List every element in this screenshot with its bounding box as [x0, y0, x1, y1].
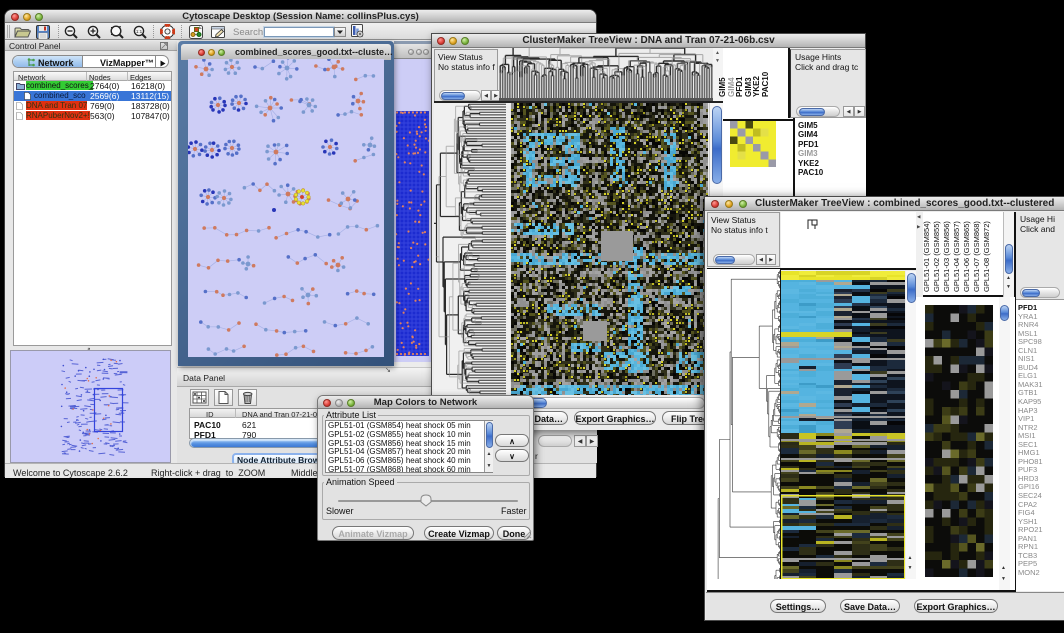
svg-text:1:1: 1:1 [136, 29, 143, 34]
